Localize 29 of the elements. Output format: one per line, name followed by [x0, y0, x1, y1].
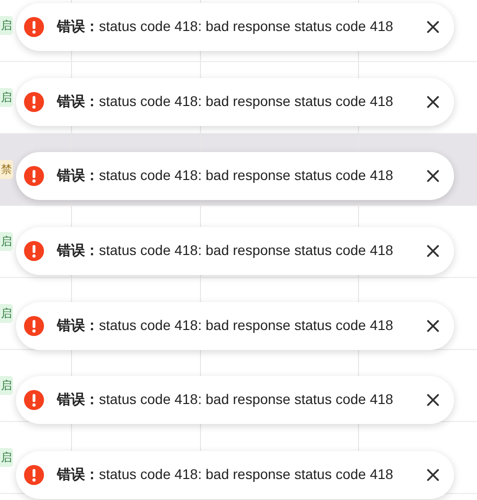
- toast-message: 错误：status code 418: bad response status code 418: [57, 18, 394, 36]
- toast-message: 错误：status code 418: bad response status code 418: [57, 316, 394, 335]
- error-icon: [24, 390, 44, 410]
- status-tag: 启: [0, 304, 13, 323]
- close-icon[interactable]: [427, 469, 439, 482]
- toast-message: 错误：status code 418: bad response status code 418: [57, 466, 394, 484]
- status-tag: 启: [0, 88, 13, 107]
- error-icon: [24, 17, 44, 37]
- close-icon[interactable]: [427, 170, 439, 182]
- toast-message: 错误：status code 418: bad response status code 418: [57, 391, 394, 410]
- status-tag: 禁: [0, 160, 13, 179]
- close-icon[interactable]: [427, 96, 439, 108]
- close-icon[interactable]: [427, 245, 439, 258]
- status-tag: 启: [0, 232, 13, 251]
- error-icon: [24, 166, 44, 186]
- toast-message: 错误：status code 418: bad response status code 418: [57, 242, 394, 260]
- error-icon: [24, 465, 44, 486]
- status-tag: 启: [0, 16, 13, 35]
- close-icon[interactable]: [427, 21, 439, 33]
- status-tag: 启: [0, 376, 13, 395]
- close-button[interactable]: [424, 18, 442, 36]
- toast-message: 错误：status code 418: bad response status code 418: [57, 92, 394, 111]
- error-icon: [24, 92, 44, 112]
- error-icon: [24, 241, 44, 262]
- toast-message: 错误：status code 418: bad response status code 418: [57, 167, 394, 186]
- close-icon[interactable]: [427, 320, 439, 332]
- error-icon: [24, 316, 44, 336]
- status-tag: 启: [0, 448, 13, 467]
- close-icon[interactable]: [427, 394, 439, 406]
